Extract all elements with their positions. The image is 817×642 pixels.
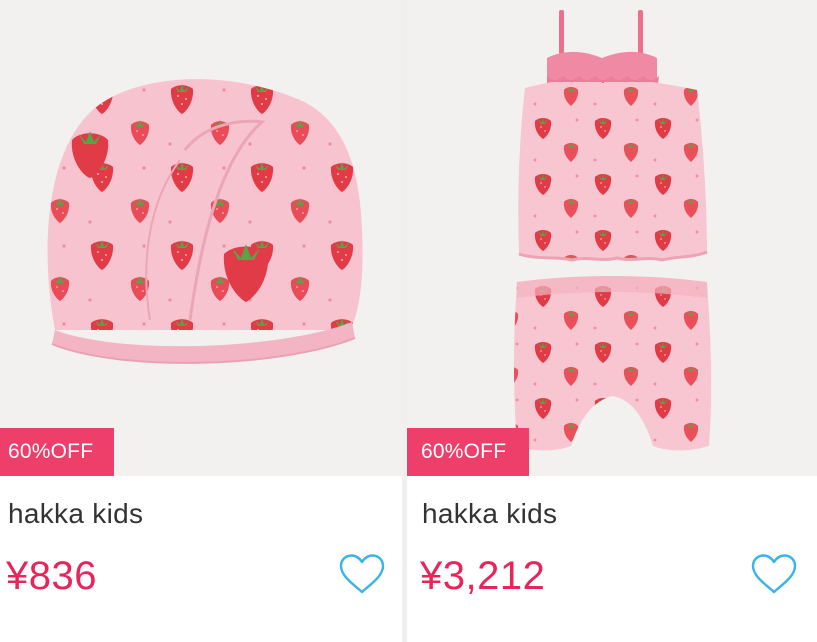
brand-name[interactable]: hakka kids (422, 496, 557, 532)
product-grid: 60%OFF hakka kids ¥836 60%OFF hakka kids… (0, 0, 817, 642)
product-price: ¥3,212 (420, 554, 546, 598)
product-image[interactable]: 60%OFF (0, 0, 402, 476)
product-card[interactable]: 60%OFF hakka kids ¥3,212 (407, 0, 817, 642)
heart-outline-icon (751, 554, 797, 594)
favorite-button[interactable] (749, 553, 799, 597)
discount-badge: 60%OFF (407, 428, 529, 476)
brand-name[interactable]: hakka kids (8, 496, 143, 532)
discount-badge: 60%OFF (0, 428, 114, 476)
product-price: ¥836 (6, 554, 97, 598)
product-image[interactable]: 60%OFF (407, 0, 817, 476)
product-card[interactable]: 60%OFF hakka kids ¥836 (0, 0, 402, 642)
favorite-button[interactable] (337, 553, 387, 597)
heart-outline-icon (339, 554, 385, 594)
